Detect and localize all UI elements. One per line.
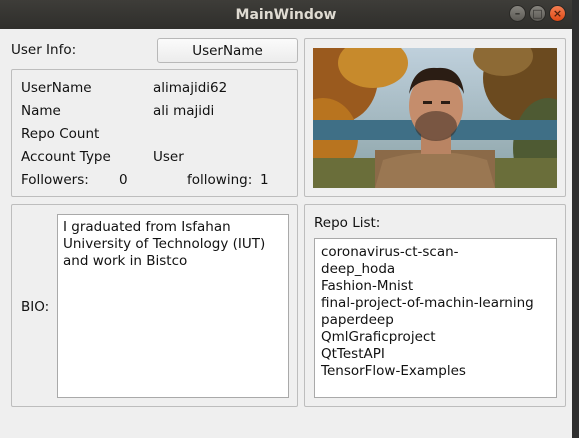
name-label: Name bbox=[21, 103, 61, 119]
user-details-group: UserName alimajidi62 Name ali majidi Rep… bbox=[11, 69, 298, 197]
repo-count-label: Repo Count bbox=[21, 126, 100, 142]
user-info-label: User Info: bbox=[11, 42, 77, 58]
bio-label: BIO: bbox=[21, 299, 50, 315]
avatar bbox=[313, 48, 557, 188]
window-controls: – □ × bbox=[509, 5, 566, 22]
repo-list-group: Repo List: coronavirus-ct-scan- deep_hod… bbox=[304, 204, 566, 407]
list-item[interactable]: coronavirus-ct-scan- bbox=[321, 244, 550, 261]
following-label: following: bbox=[187, 172, 253, 188]
bio-group: BIO: I graduated from Isfahan University… bbox=[11, 204, 298, 407]
list-item[interactable]: TensorFlow-Examples bbox=[321, 363, 550, 380]
maximize-icon[interactable]: □ bbox=[529, 5, 546, 22]
repo-list-label: Repo List: bbox=[314, 215, 381, 231]
account-type-value: User bbox=[153, 149, 184, 165]
username-label: UserName bbox=[21, 80, 92, 96]
window-title: MainWindow bbox=[235, 6, 337, 23]
bio-text[interactable]: I graduated from Isfahan University of T… bbox=[57, 214, 289, 398]
list-item[interactable]: final-project-of-machin-learning bbox=[321, 295, 550, 312]
repo-list[interactable]: coronavirus-ct-scan- deep_hoda Fashion-M… bbox=[314, 238, 557, 398]
minimize-icon[interactable]: – bbox=[509, 5, 526, 22]
followers-label: Followers: bbox=[21, 172, 89, 188]
username-button[interactable]: UserName bbox=[157, 38, 298, 63]
list-item[interactable]: QtTestAPI bbox=[321, 346, 550, 363]
list-item[interactable]: deep_hoda bbox=[321, 261, 550, 278]
title-bar[interactable]: MainWindow – □ × bbox=[0, 0, 572, 29]
list-item[interactable]: QmlGraficproject bbox=[321, 329, 550, 346]
close-icon[interactable]: × bbox=[549, 5, 566, 22]
list-item[interactable]: Fashion-Mnist bbox=[321, 278, 550, 295]
following-value: 1 bbox=[260, 172, 269, 188]
list-item[interactable]: paperdeep bbox=[321, 312, 550, 329]
name-value: ali majidi bbox=[153, 103, 215, 119]
username-value: alimajidi62 bbox=[153, 80, 228, 96]
account-type-label: Account Type bbox=[21, 149, 111, 165]
main-window: MainWindow – □ × User Info: UserName Use… bbox=[0, 0, 572, 438]
followers-value: 0 bbox=[119, 172, 128, 188]
